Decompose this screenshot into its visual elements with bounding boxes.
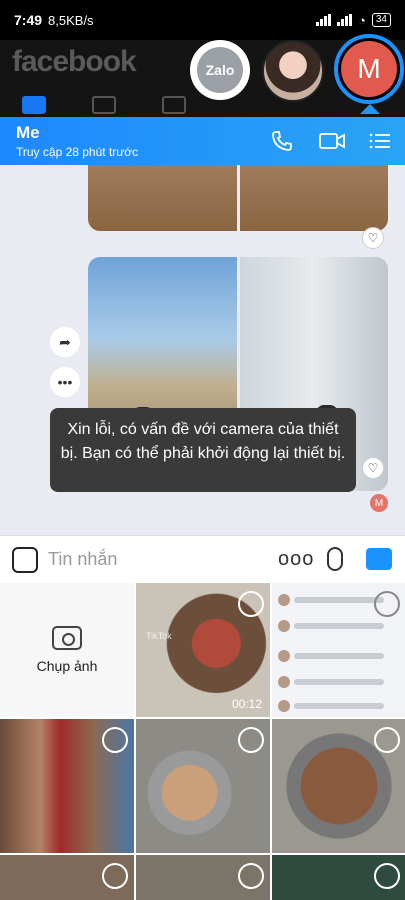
heart-icon[interactable]: ♡ xyxy=(362,227,384,249)
contact-chat-head[interactable] xyxy=(262,40,324,102)
avatar: M xyxy=(341,41,397,97)
sticker-icon[interactable] xyxy=(12,547,38,573)
status-time: 7:49 xyxy=(14,12,43,28)
select-circle[interactable] xyxy=(238,727,264,753)
zalo-chat-head[interactable]: Zalo xyxy=(190,40,250,100)
select-circle[interactable] xyxy=(238,863,264,889)
facebook-nav xyxy=(22,96,186,118)
gallery-item[interactable] xyxy=(0,855,134,900)
message-input[interactable]: Tin nhắn xyxy=(48,549,117,570)
last-seen: Truy cập 28 phút trước xyxy=(16,145,139,159)
select-circle[interactable] xyxy=(238,591,264,617)
gallery-item[interactable] xyxy=(136,719,270,853)
gallery-item-screenshot[interactable] xyxy=(272,583,405,717)
home-icon xyxy=(22,96,46,114)
video-duration: 00:12 xyxy=(231,697,262,711)
gallery-icon[interactable] xyxy=(366,548,392,570)
status-icons: ◔ 34 xyxy=(316,13,391,28)
chat-head-pointer xyxy=(360,104,380,114)
message-list[interactable]: ♡ ➦ ••• Xin lỗi, có vấn đề với camera củ… xyxy=(0,165,405,535)
microphone-icon[interactable] xyxy=(327,547,343,571)
message-input-bar: Tin nhắn ooo xyxy=(0,535,405,583)
video-call-icon[interactable] xyxy=(318,129,346,153)
gallery-item[interactable] xyxy=(272,719,405,853)
gallery-item[interactable] xyxy=(272,855,405,900)
status-bar: 7:49 8,5KB/s ◔ 34 xyxy=(0,0,405,40)
menu-icon[interactable] xyxy=(368,129,392,153)
signal-icon xyxy=(316,14,332,26)
battery-icon: 34 xyxy=(371,13,391,27)
conversation-header: Me Truy cập 28 phút trước xyxy=(0,117,405,165)
heart-icon[interactable]: ♡ xyxy=(362,457,384,479)
signal-icon-2 xyxy=(337,14,353,26)
select-circle[interactable] xyxy=(374,727,400,753)
select-circle[interactable] xyxy=(102,727,128,753)
marketplace-icon xyxy=(162,96,186,114)
error-toast: Xin lỗi, có vấn đề với camera của thiết … xyxy=(50,408,356,492)
facebook-logo: facebook xyxy=(12,45,137,78)
zalo-label: Zalo xyxy=(197,47,243,93)
network-speed: 8,5KB/s xyxy=(48,12,94,28)
gallery-item[interactable] xyxy=(0,719,134,853)
phone-icon[interactable] xyxy=(270,129,294,153)
gallery-item-video[interactable]: TikTok 00:12 xyxy=(136,583,270,717)
watch-icon xyxy=(92,96,116,114)
select-circle[interactable] xyxy=(374,591,400,617)
take-photo-label: Chụp ảnh xyxy=(36,658,98,674)
camera-icon xyxy=(52,626,82,650)
conversation-name[interactable]: Me xyxy=(16,123,40,143)
wifi-icon: ◔ xyxy=(358,12,366,28)
gallery-item[interactable] xyxy=(136,855,270,900)
tiktok-watermark: TikTok xyxy=(146,631,172,641)
share-button[interactable]: ➦ xyxy=(50,327,80,357)
take-photo-button[interactable]: Chụp ảnh xyxy=(0,583,134,717)
media-picker: Chụp ảnh TikTok 00:12 xyxy=(0,583,405,900)
select-circle[interactable] xyxy=(374,863,400,889)
photo-message-previous[interactable] xyxy=(88,165,388,231)
active-chat-head[interactable]: M xyxy=(334,34,404,104)
select-circle[interactable] xyxy=(102,863,128,889)
more-icon[interactable]: ooo xyxy=(278,548,314,571)
more-options-button[interactable]: ••• xyxy=(50,367,80,397)
seen-avatar: M xyxy=(370,494,388,512)
